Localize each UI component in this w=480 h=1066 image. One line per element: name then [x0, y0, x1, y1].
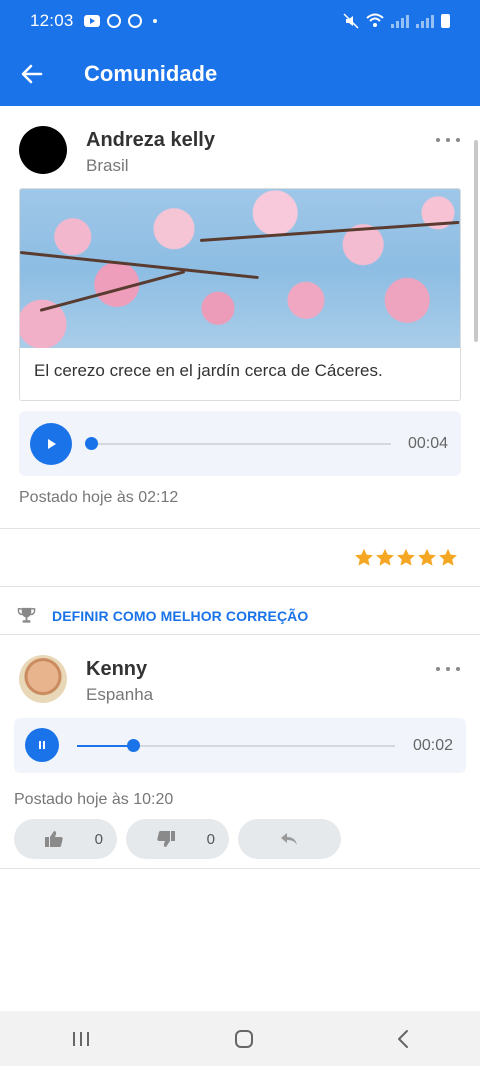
star-icon[interactable]	[417, 548, 437, 567]
author-name[interactable]: Andreza kelly	[86, 129, 215, 152]
system-nav-bar	[0, 1011, 480, 1066]
more-dot	[436, 667, 440, 671]
reply-icon	[281, 833, 297, 845]
post-timestamp: Postado hoje às 02:12	[19, 489, 179, 506]
pause-icon	[39, 741, 45, 749]
post-card: El cerezo crece en el jardín cerca de Cá…	[19, 188, 461, 401]
author-avatar[interactable]	[19, 126, 67, 174]
post-more-button[interactable]	[436, 134, 460, 146]
divider	[0, 634, 480, 635]
audio-duration: 00:04	[408, 435, 449, 452]
post-audio-player: 00:04	[19, 411, 461, 476]
divider	[0, 586, 480, 587]
play-icon	[48, 439, 56, 449]
audio-duration: 00:02	[413, 737, 454, 754]
arrow-back-icon	[21, 64, 43, 84]
play-button[interactable]	[30, 423, 72, 465]
scrollbar[interactable]	[474, 140, 478, 342]
reply-author-name[interactable]: Kenny	[86, 658, 147, 681]
whatsapp-icon	[127, 14, 142, 28]
audio-seek-knob[interactable]	[127, 739, 140, 752]
dislike-count: 0	[206, 830, 215, 848]
like-button[interactable]: 0	[14, 819, 117, 859]
more-dot	[456, 667, 460, 671]
app-notification-icon	[106, 14, 121, 28]
battery-icon	[441, 14, 450, 28]
reply-author-country: Espanha	[86, 685, 154, 704]
post-caption: El cerezo crece en el jardín cerca de Cá…	[34, 361, 383, 380]
more-dot	[446, 138, 450, 142]
signal-icon-2	[416, 14, 434, 28]
more-dot	[436, 138, 440, 142]
set-best-correction-button[interactable]: DEFINIR COMO MELHOR CORREÇÃO	[17, 606, 308, 625]
like-count: 0	[94, 830, 103, 848]
image-branch	[199, 220, 460, 242]
trophy-icon	[17, 607, 36, 623]
rating-stars[interactable]	[354, 548, 458, 567]
audio-progress	[77, 745, 133, 747]
reply-author-avatar[interactable]	[19, 655, 67, 703]
thumbs-up-icon	[45, 831, 63, 847]
pause-button[interactable]	[25, 728, 59, 762]
nav-back-icon[interactable]	[396, 1029, 410, 1049]
audio-track[interactable]	[91, 443, 391, 445]
reply-audio-player: 00:02	[14, 718, 466, 773]
page-title: Comunidade	[84, 61, 218, 86]
set-best-correction-label: DEFINIR COMO MELHOR CORREÇÃO	[52, 607, 309, 624]
signal-icon	[391, 14, 409, 28]
star-icon[interactable]	[354, 548, 374, 567]
youtube-icon	[83, 15, 100, 27]
wifi-icon	[366, 13, 384, 27]
divider	[0, 528, 480, 529]
image-branch	[20, 251, 259, 280]
back-button[interactable]	[0, 42, 64, 106]
reply-more-button[interactable]	[436, 663, 460, 675]
star-icon[interactable]	[375, 548, 395, 567]
thumbs-down-icon	[157, 831, 175, 847]
home-icon[interactable]	[233, 1028, 255, 1050]
status-bar: 12:03	[0, 0, 480, 42]
reply-timestamp: Postado hoje às 10:20	[14, 791, 174, 808]
reply-button[interactable]	[238, 819, 341, 859]
audio-seek-knob[interactable]	[85, 437, 98, 450]
post-image[interactable]	[20, 189, 460, 348]
status-time: 12:03	[30, 11, 74, 30]
author-country: Brasil	[86, 156, 129, 175]
app-bar: Comunidade	[0, 42, 480, 106]
star-icon[interactable]	[438, 548, 458, 567]
mute-icon	[343, 13, 359, 29]
more-dot	[456, 138, 460, 142]
more-dot	[446, 667, 450, 671]
image-branch	[39, 270, 186, 312]
more-notifications-icon	[152, 19, 157, 23]
divider	[0, 868, 480, 869]
recent-apps-icon[interactable]	[70, 1030, 92, 1048]
star-icon[interactable]	[396, 548, 416, 567]
dislike-button[interactable]: 0	[126, 819, 229, 859]
